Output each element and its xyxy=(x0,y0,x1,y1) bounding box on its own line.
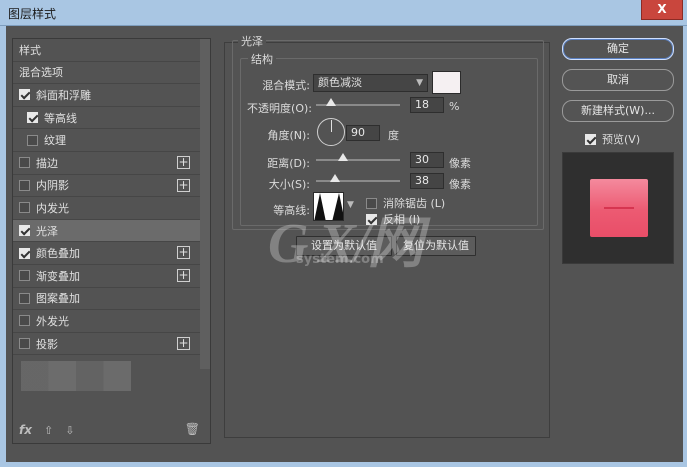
blend-mode-select[interactable]: 颜色减淡 ▼ xyxy=(313,74,428,92)
satin-group-title: 光泽 xyxy=(238,33,266,49)
style-item-2[interactable]: 斜面和浮雕 xyxy=(13,84,210,107)
style-item-checkbox[interactable] xyxy=(19,89,30,101)
preview-checkbox[interactable] xyxy=(585,133,596,145)
distance-label: 距离(D): xyxy=(267,157,310,170)
style-item-checkbox[interactable] xyxy=(19,225,30,237)
size-slider-track[interactable] xyxy=(316,180,400,182)
style-item-checkbox[interactable] xyxy=(19,292,30,304)
style-item-label: 内阴影 xyxy=(36,179,69,193)
add-effect-icon[interactable]: + xyxy=(177,268,190,282)
style-item-label: 渐变叠加 xyxy=(36,269,80,283)
style-item-checkbox[interactable] xyxy=(19,247,30,259)
trash-icon[interactable]: 🗑 xyxy=(185,422,200,436)
style-list-footer: fx ⇧ ⇩ 🗑 xyxy=(13,417,210,443)
style-item-checkbox[interactable] xyxy=(19,270,30,282)
style-item-11[interactable]: 图案叠加 xyxy=(13,288,210,311)
size-unit: 像素 xyxy=(449,178,471,191)
add-effect-icon[interactable]: + xyxy=(177,336,190,350)
angle-label: 角度(N): xyxy=(267,129,310,142)
style-item-6[interactable]: 内阴影 + xyxy=(13,175,210,198)
style-item-label: 投影 xyxy=(36,337,58,351)
fx-icon[interactable]: fx xyxy=(19,423,32,437)
watermark-text: system.com xyxy=(296,252,384,267)
cancel-button[interactable]: 取消 xyxy=(562,69,674,91)
angle-dial[interactable] xyxy=(317,118,345,146)
move-up-icon[interactable]: ⇧ xyxy=(44,424,53,437)
style-item-label: 光泽 xyxy=(36,224,58,238)
style-item-4[interactable]: 纹理 xyxy=(13,129,210,152)
add-effect-icon[interactable]: + xyxy=(177,155,190,169)
style-item-10[interactable]: 渐变叠加 + xyxy=(13,265,210,288)
style-item-label: 内发光 xyxy=(36,201,69,215)
structure-group-title: 结构 xyxy=(248,51,276,67)
opacity-input[interactable]: 18 xyxy=(410,97,444,113)
window-frame-right xyxy=(683,26,687,467)
style-item-label: 样式 xyxy=(19,43,41,57)
blend-mode-value: 颜色减淡 xyxy=(318,76,362,89)
style-item-0[interactable]: 样式 xyxy=(13,39,210,62)
ok-button[interactable]: 确定 xyxy=(562,38,674,60)
opacity-label: 不透明度(O): xyxy=(247,102,312,115)
style-item-label: 纹理 xyxy=(44,134,66,148)
style-item-12[interactable]: 外发光 xyxy=(13,310,210,333)
style-item-13[interactable]: 投影 + xyxy=(13,333,210,356)
style-item-5[interactable]: 描边 + xyxy=(13,152,210,175)
style-item-label: 等高线 xyxy=(44,111,77,125)
style-item-checkbox[interactable] xyxy=(19,315,30,327)
size-label: 大小(S): xyxy=(268,178,310,191)
distance-slider-track[interactable] xyxy=(316,159,400,161)
title-bar: 图层样式 X xyxy=(0,0,687,26)
chevron-down-icon: ▼ xyxy=(416,78,423,88)
blend-mode-label: 混合模式: xyxy=(262,79,310,92)
preview-label: 预览(V) xyxy=(602,133,641,146)
angle-input[interactable]: 90 xyxy=(346,125,380,141)
style-item-label: 混合选项 xyxy=(19,66,63,80)
distance-unit: 像素 xyxy=(449,157,471,170)
preview-option[interactable]: 预览(V) xyxy=(585,131,640,147)
style-item-9[interactable]: 颜色叠加 + xyxy=(13,242,210,265)
move-down-icon[interactable]: ⇩ xyxy=(65,424,74,437)
style-item-7[interactable]: 内发光 xyxy=(13,197,210,220)
opacity-slider-thumb[interactable] xyxy=(326,98,337,106)
style-item-checkbox[interactable] xyxy=(19,338,30,350)
style-item-checkbox[interactable] xyxy=(19,179,30,191)
style-item-label: 斜面和浮雕 xyxy=(36,88,91,102)
size-input[interactable]: 38 xyxy=(410,173,444,189)
close-button[interactable]: X xyxy=(641,0,683,20)
distance-input[interactable]: 30 xyxy=(410,152,444,168)
style-item-checkbox[interactable] xyxy=(27,134,38,146)
style-item-checkbox[interactable] xyxy=(19,157,30,169)
style-item-3[interactable]: 等高线 xyxy=(13,107,210,130)
opacity-unit: % xyxy=(449,100,460,113)
add-effect-icon[interactable]: + xyxy=(177,246,190,260)
window-title: 图层样式 xyxy=(8,7,57,21)
style-list-scrollbar[interactable] xyxy=(200,39,210,369)
preview-swatch xyxy=(590,179,648,237)
style-item-label: 描边 xyxy=(36,156,58,170)
style-item-label: 外发光 xyxy=(36,314,69,328)
window-frame-bottom xyxy=(0,462,687,467)
size-slider-thumb[interactable] xyxy=(330,174,340,182)
new-style-button[interactable]: 新建样式(W)... xyxy=(562,100,674,122)
window-frame-left xyxy=(0,26,6,467)
style-list: 样式混合选项斜面和浮雕等高线纹理描边 + 内阴影 + 内发光光泽颜色叠加 + 渐变叠加 + 图案… xyxy=(13,39,210,356)
style-item-checkbox[interactable] xyxy=(19,202,30,214)
style-list-panel: 样式混合选项斜面和浮雕等高线纹理描边 + 内阴影 + 内发光光泽颜色叠加 + 渐变叠加 + 图案… xyxy=(12,38,211,444)
style-item-checkbox[interactable] xyxy=(27,112,38,124)
style-item-1[interactable]: 混合选项 xyxy=(13,62,210,85)
add-effect-icon[interactable]: + xyxy=(177,178,190,192)
distance-slider-thumb[interactable] xyxy=(338,153,348,161)
color-swatch[interactable] xyxy=(432,71,461,94)
style-item-label: 颜色叠加 xyxy=(36,247,80,261)
style-item-label: 图案叠加 xyxy=(36,292,80,306)
angle-unit: 度 xyxy=(388,129,399,142)
style-preview xyxy=(562,152,674,264)
style-item-8[interactable]: 光泽 xyxy=(13,219,210,243)
blurred-region xyxy=(21,361,131,391)
